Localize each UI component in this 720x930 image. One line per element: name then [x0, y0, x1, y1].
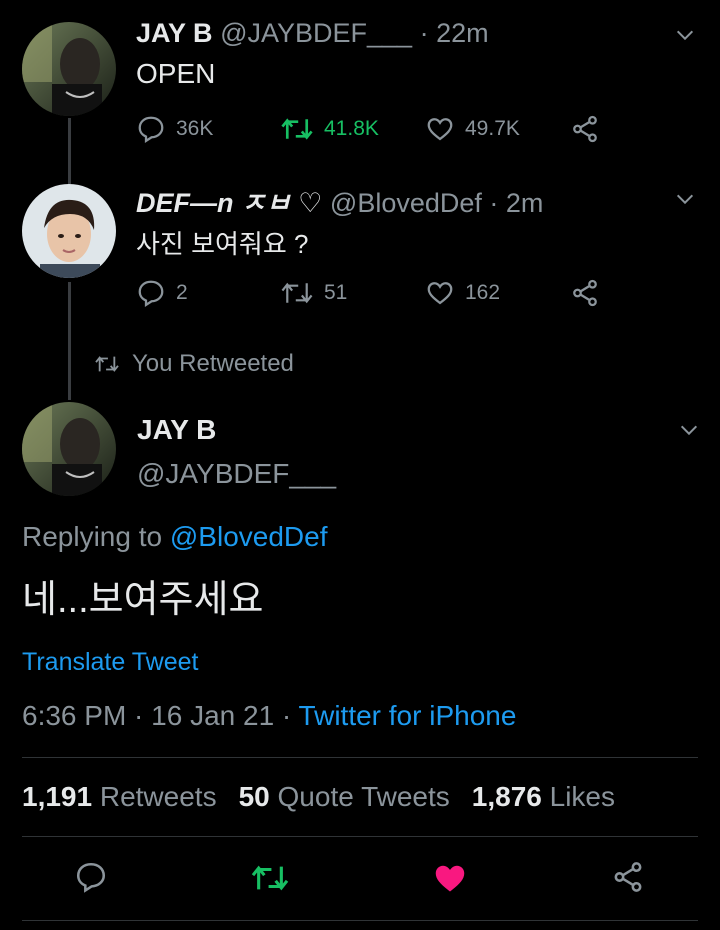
quote-tweets-label: Quote Tweets	[277, 781, 450, 812]
tweet2-header: DEF—n ㅈㅂ ♡ @BlovedDef · 2m	[136, 181, 543, 220]
quote-tweets-count: 50	[238, 781, 270, 812]
like-count: 49.7K	[465, 117, 520, 140]
tweet-text: 네...보여주세요	[22, 579, 264, 621]
retweet-button[interactable]: 51	[280, 278, 347, 308]
share-icon	[614, 862, 642, 892]
reply-button[interactable]	[74, 860, 108, 899]
retweet-icon	[251, 865, 289, 891]
thread-connector	[68, 282, 71, 400]
author-name[interactable]: DEF—n ㅈㅂ ♡	[136, 188, 322, 218]
reply-icon	[138, 280, 164, 307]
share-icon	[573, 279, 597, 307]
avatar-jayb[interactable]	[22, 22, 116, 116]
like-button[interactable]	[432, 860, 468, 901]
reply-button[interactable]: 2	[136, 278, 188, 308]
share-icon	[573, 115, 597, 143]
tweet-text: OPEN	[136, 58, 216, 89]
likes-label: Likes	[549, 781, 616, 812]
share-button[interactable]	[570, 114, 600, 144]
author-handle[interactable]: @BlovedDef	[330, 188, 482, 218]
tweet1-header: JAY B @JAYBDEF___ · 22m	[136, 18, 489, 49]
like-button[interactable]: 162	[425, 278, 500, 308]
retweets-stat[interactable]: 1,191 Retweets	[22, 781, 217, 813]
divider	[22, 920, 698, 921]
engagement-stats: 1,191 Retweets 50 Quote Tweets 1,876 Lik…	[22, 781, 615, 813]
share-button[interactable]	[611, 860, 645, 899]
author-name[interactable]: JAY B	[136, 18, 213, 48]
chevron-down-icon[interactable]	[678, 419, 700, 446]
retweet-icon	[95, 356, 119, 372]
retweets-label: Retweets	[99, 781, 217, 812]
tweet-text: 사진 보여줘요 ?	[136, 229, 309, 259]
avatar-jayb[interactable]	[22, 402, 116, 496]
retweets-count: 1,191	[22, 781, 93, 812]
author-handle[interactable]: @JAYBDEF___	[137, 458, 336, 490]
replying-to-link[interactable]: @BlovedDef	[170, 521, 328, 552]
divider	[22, 757, 698, 758]
quote-tweets-stat[interactable]: 50 Quote Tweets	[239, 781, 450, 813]
retweet-count: 41.8K	[324, 117, 379, 140]
share-button[interactable]	[570, 278, 600, 308]
reply-button[interactable]: 36K	[136, 114, 213, 144]
tweet-time: · 22m	[419, 18, 489, 48]
tweet-source-link[interactable]: Twitter for iPhone	[299, 700, 517, 731]
avatar-bloveddef[interactable]	[22, 184, 116, 278]
author-name[interactable]: JAY B	[137, 414, 216, 446]
thread-connector	[68, 118, 71, 184]
reply-icon	[138, 116, 164, 143]
retweet-context: You Retweeted	[94, 350, 294, 378]
reply-icon	[76, 862, 106, 893]
translate-tweet-link[interactable]: Translate Tweet	[22, 648, 198, 677]
chevron-down-icon[interactable]	[674, 188, 696, 215]
like-count: 162	[465, 281, 501, 304]
retweet-count: 51	[324, 281, 348, 304]
tweet-timestamp: 6:36 PM · 16 Jan 21 · Twitter for iPhone	[22, 700, 516, 732]
author-handle[interactable]: @JAYBDEF___	[220, 18, 412, 48]
tweet-datetime: 6:36 PM · 16 Jan 21 ·	[22, 700, 292, 731]
tweet-time: · 2m	[489, 188, 544, 218]
retweet-button[interactable]: 41.8K	[280, 114, 379, 144]
replying-prefix: Replying to	[22, 521, 163, 552]
like-button[interactable]: 49.7K	[425, 114, 520, 144]
chevron-down-icon[interactable]	[674, 24, 696, 51]
reply-count: 2	[176, 281, 188, 304]
likes-stat[interactable]: 1,876 Likes	[472, 781, 615, 813]
retweet-context-label: You Retweeted	[132, 350, 294, 377]
likes-count: 1,876	[471, 781, 542, 812]
heart-filled-icon	[435, 865, 465, 892]
heart-icon	[427, 282, 453, 305]
retweet-icon	[281, 118, 313, 140]
retweet-icon	[281, 282, 313, 304]
heart-icon	[427, 118, 453, 141]
reply-count: 36K	[176, 117, 214, 140]
retweet-button[interactable]	[250, 861, 290, 900]
divider	[22, 836, 698, 837]
replying-to: Replying to @BlovedDef	[22, 521, 327, 553]
